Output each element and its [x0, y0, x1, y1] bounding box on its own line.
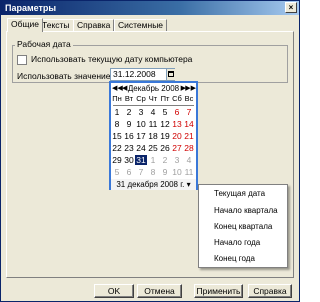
calendar-day[interactable]: 17	[135, 131, 147, 141]
menu-item-quarter-start[interactable]: Начало квартала	[199, 204, 287, 218]
work-date-group-title: Рабочая дата	[15, 39, 73, 50]
calendar-day[interactable]: 22	[111, 143, 123, 153]
use-computer-date-checkbox[interactable]	[17, 55, 27, 65]
calendar-day-other-month[interactable]: 10	[171, 167, 183, 177]
calendar-day[interactable]: 4	[147, 107, 159, 117]
window-title: Параметры	[5, 3, 57, 13]
weekday-label: Ср	[136, 94, 146, 103]
calendar-week-row: 5 6 7 8 9 10 11	[111, 167, 196, 177]
cancel-button[interactable]: Отмена	[137, 284, 182, 298]
tab-texts[interactable]: Тексты	[38, 19, 74, 31]
calendar-day-selected[interactable]: 31	[135, 155, 147, 165]
calendar-today-bar[interactable]: 31 декабря 2008 г. ▾	[111, 179, 196, 190]
tab-system[interactable]: Системные	[114, 19, 168, 31]
calendar-dropdown-button[interactable]	[166, 69, 175, 80]
calendar-day[interactable]: 10	[135, 119, 147, 129]
calendar-day[interactable]: 12	[159, 119, 171, 129]
calendar-day[interactable]: 13	[171, 119, 183, 129]
calendar-day-other-month[interactable]: 1	[147, 155, 159, 165]
calendar-today-label: 31 декабря 2008 г.	[116, 180, 185, 189]
calendar-popup: ◀◀ ◀ Декабрь 2008 ▶ ▶▶ Пн Вт Ср Чт Пт Сб…	[109, 81, 198, 190]
title-bar[interactable]: Параметры ×	[1, 1, 299, 15]
calendar-day[interactable]: 8	[111, 119, 123, 129]
weekday-label: Пн	[112, 94, 122, 103]
menu-item-year-start[interactable]: Начало года	[199, 236, 287, 250]
calendar-day-other-month[interactable]: 5	[111, 167, 123, 177]
calendar-day[interactable]: 25	[147, 143, 159, 153]
calendar-day[interactable]: 30	[123, 155, 135, 165]
help-button[interactable]: Справка	[248, 284, 292, 298]
calendar-day-other-month[interactable]: 9	[159, 167, 171, 177]
close-icon[interactable]: ×	[285, 2, 297, 13]
use-computer-date-label[interactable]: Использовать текущую дату компьютера	[31, 54, 192, 65]
calendar-day[interactable]: 15	[111, 131, 123, 141]
calendar-header: ◀◀ ◀ Декабрь 2008 ▶ ▶▶	[111, 83, 196, 94]
weekday-label: Чт	[148, 94, 158, 103]
dialog-window: Параметры × Общие Тексты Справка Системн…	[0, 0, 300, 302]
calendar-day[interactable]: 28	[183, 143, 195, 153]
calendar-day[interactable]: 6	[171, 107, 183, 117]
calendar-day[interactable]: 19	[159, 131, 171, 141]
calendar-icon	[168, 71, 174, 77]
use-value-label: Использовать значение:	[17, 71, 113, 81]
menu-item-quarter-end[interactable]: Конец квартала	[199, 220, 287, 234]
weekday-label: Сб	[172, 94, 182, 103]
calendar-week-row: 1 2 3 4 5 6 7	[111, 107, 196, 117]
weekday-label: Пт	[160, 94, 170, 103]
calendar-day-other-month[interactable]: 6	[123, 167, 135, 177]
calendar-day[interactable]: 7	[183, 107, 195, 117]
weekday-label: Вс	[184, 94, 194, 103]
apply-button[interactable]: Применить	[194, 284, 243, 298]
calendar-month-label: Декабрь 2008	[127, 84, 180, 93]
menu-item-year-end[interactable]: Конец года	[199, 252, 287, 266]
calendar-week-row: 15 16 17 18 19 20 21	[111, 131, 196, 141]
calendar-day[interactable]: 24	[135, 143, 147, 153]
calendar-day[interactable]: 3	[135, 107, 147, 117]
calendar-day[interactable]: 9	[123, 119, 135, 129]
calendar-day[interactable]: 20	[171, 131, 183, 141]
calendar-day-other-month[interactable]: 7	[135, 167, 147, 177]
next-year-icon[interactable]: ▶▶	[185, 83, 196, 94]
calendar-day[interactable]: 2	[123, 107, 135, 117]
calendar-day[interactable]: 26	[159, 143, 171, 153]
calendar-day[interactable]: 21	[183, 131, 195, 141]
calendar-week-row: 8 9 10 11 12 13 14	[111, 119, 196, 129]
weekday-label: Вт	[124, 94, 134, 103]
calendar-day-other-month[interactable]: 11	[183, 167, 195, 177]
calendar-day[interactable]: 1	[111, 107, 123, 117]
calendar-day[interactable]: 5	[159, 107, 171, 117]
calendar-day[interactable]: 11	[147, 119, 159, 129]
weekday-row: Пн Вт Ср Чт Пт Сб Вс	[111, 94, 196, 104]
calendar-day-other-month[interactable]: 8	[147, 167, 159, 177]
calendar-day[interactable]: 18	[147, 131, 159, 141]
calendar-week-row: 22 23 24 25 26 27 28	[111, 143, 196, 153]
ok-button[interactable]: OK	[94, 284, 134, 298]
calendar-week-row: 29 30 31 1 2 3 4	[111, 155, 196, 165]
menu-item-current-date[interactable]: Текущая дата	[199, 187, 287, 201]
calendar-day[interactable]: 16	[123, 131, 135, 141]
calendar-day[interactable]: 27	[171, 143, 183, 153]
calendar-divider	[113, 105, 194, 106]
prev-month-icon[interactable]: ◀	[122, 83, 127, 94]
calendar-day-other-month[interactable]: 3	[171, 155, 183, 165]
calendar-day[interactable]: 14	[183, 119, 195, 129]
tab-help[interactable]: Справка	[73, 19, 115, 31]
calendar-day-other-month[interactable]: 2	[159, 155, 171, 165]
calendar-day[interactable]: 23	[123, 143, 135, 153]
tab-general[interactable]: Общие	[7, 18, 43, 32]
calendar-day-other-month[interactable]: 4	[183, 155, 195, 165]
date-context-menu: Текущая дата Начало квартала Конец кварт…	[198, 184, 288, 268]
calendar-day[interactable]: 29	[111, 155, 123, 165]
chevron-down-icon[interactable]: ▾	[187, 180, 191, 189]
